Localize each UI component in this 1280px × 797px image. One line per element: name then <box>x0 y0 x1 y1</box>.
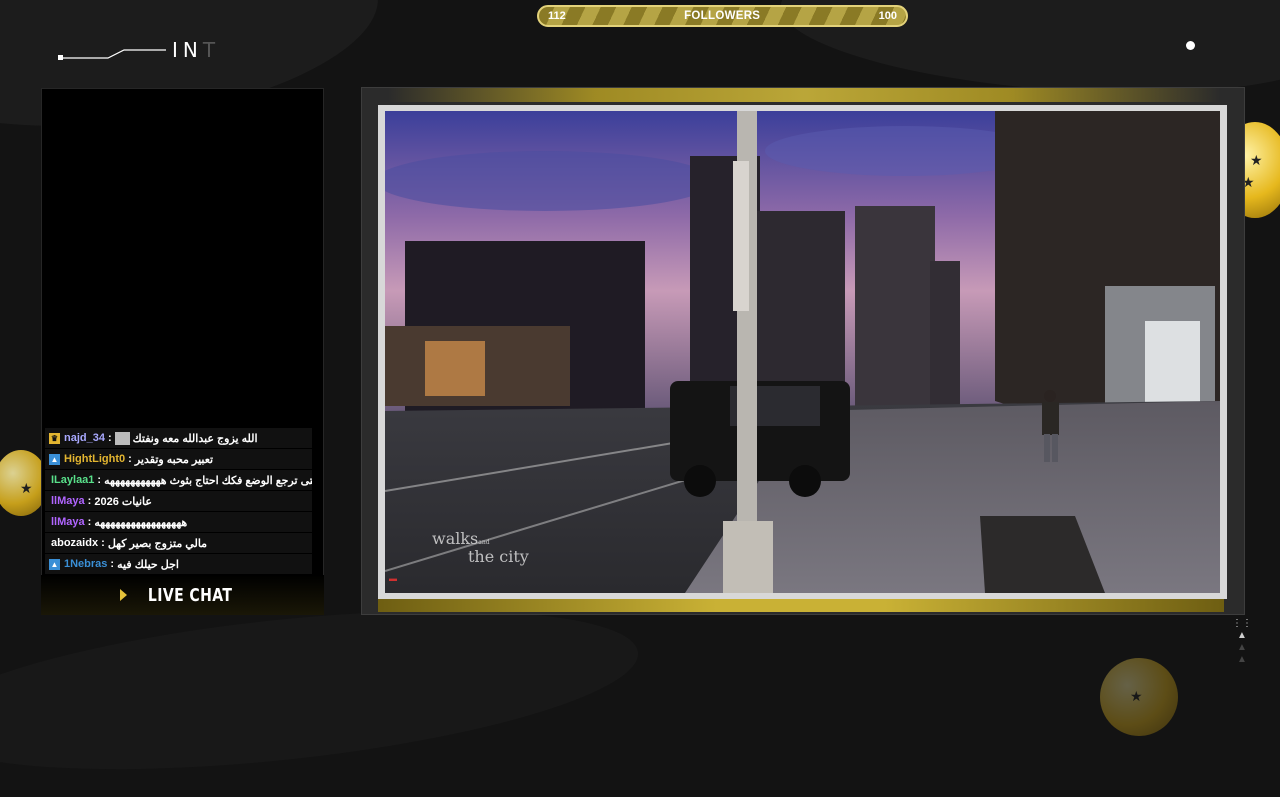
logo-line-graphic <box>58 49 166 60</box>
video-rec-icon: ▬ <box>389 574 397 583</box>
live-chat-header: LIVE CHAT <box>41 575 324 615</box>
chat-message: ▲ 1Nebras : اجل حيلك فيه <box>45 554 312 574</box>
followers-goal: 100 <box>878 10 897 22</box>
followers-current: 112 <box>548 10 566 22</box>
chat-message: llMaya : هههههههههههههههههه <box>45 512 312 532</box>
live-chat-label: LIVE CHAT <box>148 584 233 606</box>
followers-label: FOLLOWERS <box>684 10 761 22</box>
chat-separator: : <box>87 495 95 507</box>
followers-goal-bar: 112 FOLLOWERS 100 <box>537 5 908 27</box>
chat-text: متى ترجع الوضع فكك احتاج بثوث هههههههههه… <box>104 474 312 487</box>
gold-accent-bottom <box>378 598 1224 612</box>
logo-text-dim: T <box>202 38 221 62</box>
chat-separator: : <box>107 432 112 444</box>
channel-logo: INT <box>172 38 220 62</box>
arrow-up-icon: ▲ <box>1237 654 1247 665</box>
chat-message: llMaya : عانيات 2026 <box>45 491 312 511</box>
prime-badge-icon: ▲ <box>49 453 60 465</box>
video-watermark: walksand the city <box>432 529 529 566</box>
dragon-ball-icon: ★ <box>1100 658 1178 736</box>
emote-icon <box>114 431 130 445</box>
chat-username[interactable]: najd_34 <box>64 432 105 444</box>
chat-message-list[interactable]: ♛ najd_34 : الله يزوج عبدالله معه ونفتك … <box>45 428 312 575</box>
gold-accent-top <box>388 88 1220 102</box>
chat-username[interactable]: llMaya <box>51 495 85 507</box>
chat-text: الله يزوج عبدالله معه ونفتك <box>132 432 258 445</box>
chat-separator: : <box>128 453 135 465</box>
chat-separator: : <box>87 516 95 528</box>
chat-username[interactable]: llMaya <box>51 516 85 528</box>
chat-separator: : <box>101 537 108 549</box>
chat-text: هههههههههههههههههه <box>94 516 188 529</box>
prime-badge-icon: ▲ <box>49 558 60 570</box>
chat-text: مالي متزوج بصير كهل <box>107 537 208 550</box>
city-street-scene <box>385 111 1220 593</box>
chat-message: ▲ HightLight0 : تعبير محبه وتقدير <box>45 449 312 469</box>
indicator-icon: ⋮⋮ <box>1232 618 1252 629</box>
crown-badge-icon: ♛ <box>49 432 60 444</box>
chat-message: abozaidx : مالي متزوج بصير كهل <box>45 533 312 553</box>
chat-text: تعبير محبه وتقدير <box>134 453 214 466</box>
chat-text: اجل حيلك فيه <box>117 558 179 571</box>
chat-username[interactable]: HightLight0 <box>64 453 125 465</box>
side-indicator: ⋮⋮ ▲ ▲ ▲ <box>1232 618 1252 666</box>
chat-username[interactable]: abozaidx <box>51 537 98 549</box>
chat-separator: : <box>97 474 105 486</box>
chat-message: ♛ najd_34 : الله يزوج عبدالله معه ونفتك <box>45 428 312 448</box>
chat-separator: : <box>110 558 118 570</box>
recording-dot <box>1186 41 1195 50</box>
play-arrow-icon <box>120 589 128 601</box>
chat-username[interactable]: ILaylaa1 <box>51 474 94 486</box>
chat-text: عانيات 2026 <box>94 495 152 508</box>
logo-text-main: IN <box>172 38 203 62</box>
arrow-up-icon: ▲ <box>1237 630 1247 641</box>
chat-message: ILaylaa1 : متى ترجع الوضع فكك احتاج بثوث… <box>45 470 312 490</box>
arrow-up-icon: ▲ <box>1237 642 1247 653</box>
chat-username[interactable]: 1Nebras <box>64 558 107 570</box>
video-player[interactable] <box>385 111 1220 593</box>
